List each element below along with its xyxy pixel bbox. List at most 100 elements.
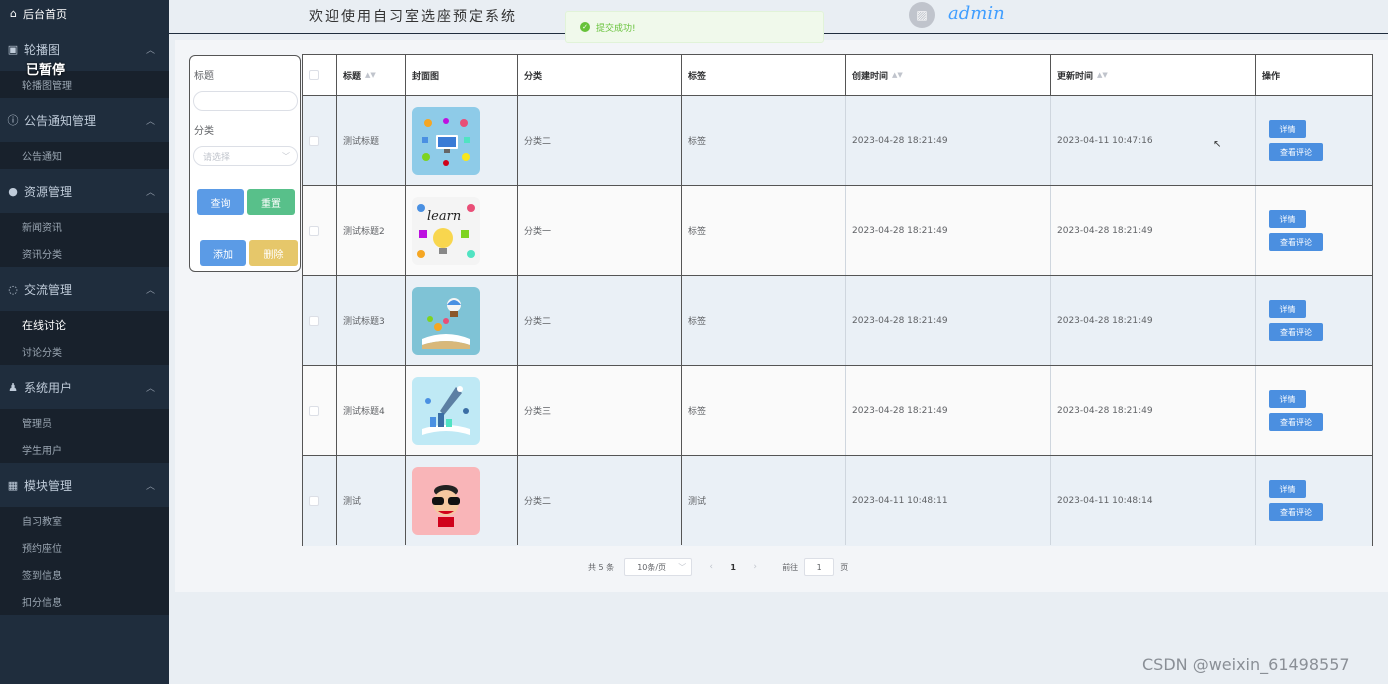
svg-text:learn: learn <box>427 209 461 224</box>
row-checkbox[interactable] <box>309 225 319 236</box>
header-title-label: 标题 <box>343 71 362 82</box>
detail-button[interactable]: 详情 <box>1269 480 1306 498</box>
sidebar-item-study-room[interactable]: 自习教室 <box>0 507 169 534</box>
sidebar-group-notice: ⓘ 公告通知管理 ︿ 公告通知 <box>0 98 169 169</box>
sidebar-item-notice[interactable]: 公告通知 <box>0 142 169 169</box>
sidebar-item-seat-booking[interactable]: 预约座位 <box>0 534 169 561</box>
detail-button[interactable]: 详情 <box>1269 210 1306 228</box>
cell-ops: 详情 查看评论 <box>1256 186 1372 275</box>
reset-button[interactable]: 重置 <box>247 189 295 215</box>
cell-title: 测试标题 <box>337 96 406 185</box>
cell-cover <box>406 96 518 185</box>
table-row: 测试 分类二 测试 2023-04-11 10:48:11 2023-04-11… <box>303 456 1372 546</box>
avatar[interactable]: ▨ <box>909 2 935 28</box>
category-filter-select[interactable]: 请选择 ﹀ <box>193 146 298 166</box>
cell-ops: 详情 查看评论 <box>1256 366 1372 455</box>
view-comments-button[interactable]: 查看评论 <box>1269 233 1323 251</box>
header-created-label: 创建时间 <box>852 71 889 82</box>
header-title[interactable]: 标题 ▲▼ <box>337 55 406 95</box>
sidebar-title-resource[interactable]: ● 资源管理 ︿ <box>0 169 169 213</box>
cover-illustration-icon <box>422 297 470 349</box>
select-all-checkbox[interactable] <box>309 70 319 80</box>
row-select <box>303 456 337 545</box>
view-comments-button[interactable]: 查看评论 <box>1269 143 1323 161</box>
cover-image[interactable] <box>412 286 480 355</box>
page-number-current[interactable]: 1 <box>720 558 746 576</box>
row-checkbox[interactable] <box>309 135 319 146</box>
sidebar-item-news[interactable]: 新闻资讯 <box>0 213 169 240</box>
sidebar-item-discussion-category[interactable]: 讨论分类 <box>0 338 169 365</box>
view-comments-button[interactable]: 查看评论 <box>1269 323 1323 341</box>
cell-ops: 详情 查看评论 <box>1256 276 1372 365</box>
next-page-button[interactable]: › <box>746 558 764 576</box>
cell-category: 分类一 <box>518 186 682 275</box>
header-created[interactable]: 创建时间 ▲▼ <box>846 55 1051 95</box>
cell-ops: 详情 查看评论 <box>1256 456 1372 545</box>
cell-title: 测试 <box>337 456 406 545</box>
title-filter-input[interactable] <box>193 91 298 111</box>
view-comments-button[interactable]: 查看评论 <box>1269 503 1323 521</box>
sidebar-group-communication: ◌ 交流管理 ︿ 在线讨论 讨论分类 <box>0 267 169 365</box>
sidebar-group-modules: ▦ 模块管理 ︿ 自习教室 预约座位 签到信息 扣分信息 <box>0 463 169 615</box>
cell-created: 2023-04-28 18:21:49 <box>846 366 1051 455</box>
cover-image[interactable] <box>412 466 480 535</box>
cover-image[interactable] <box>412 376 480 445</box>
cell-updated: 2023-04-11 10:47:16 <box>1051 96 1256 185</box>
cell-updated: 2023-04-28 18:21:49 <box>1051 276 1256 365</box>
success-toast: ✓ 提交成功! <box>565 11 824 43</box>
sidebar-title-label: 系统用户 <box>24 380 73 395</box>
picture-icon: ▣ <box>7 42 19 56</box>
table-body: 测试标题 分类二 标签 2023-04-28 18:21:49 2023-04-… <box>303 96 1372 546</box>
cell-cover <box>406 366 518 455</box>
table-row: 测试标题3 分类二 标签 2023-04-28 18:21:49 2023-04… <box>303 276 1372 366</box>
sidebar-home[interactable]: ⌂ 后台首页 <box>0 0 169 27</box>
sort-icon: ▲▼ <box>365 71 376 79</box>
detail-button[interactable]: 详情 <box>1269 120 1306 138</box>
header-updated-label: 更新时间 <box>1057 71 1094 82</box>
data-table: 标题▲▼ 封面图 分类 标签 创建时间▲▼ 更新时间▲▼ 操作 测试标题 <box>302 54 1373 546</box>
home-icon: ⌂ <box>10 7 17 20</box>
add-button[interactable]: 添加 <box>200 240 246 266</box>
cover-image[interactable] <box>412 106 480 175</box>
row-checkbox[interactable] <box>309 405 319 416</box>
sidebar-title-communication[interactable]: ◌ 交流管理 ︿ <box>0 267 169 311</box>
sidebar-group-users: ♟ 系统用户 ︿ 管理员 学生用户 <box>0 365 169 463</box>
row-checkbox[interactable] <box>309 315 319 326</box>
username[interactable]: admin <box>948 3 1005 24</box>
page-size-select[interactable]: 10条/页 ﹀ <box>624 558 693 576</box>
sidebar-item-checkin[interactable]: 签到信息 <box>0 561 169 588</box>
grid-icon: ▦ <box>7 478 19 492</box>
cell-cover <box>406 456 518 545</box>
sidebar-item-deduction[interactable]: 扣分信息 <box>0 588 169 615</box>
goto-page-input[interactable]: 1 <box>804 558 835 576</box>
header-cover: 封面图 <box>406 55 518 95</box>
sidebar-title-users[interactable]: ♟ 系统用户 ︿ <box>0 365 169 409</box>
prev-page-button[interactable]: ‹ <box>702 558 720 576</box>
sidebar-item-admin[interactable]: 管理员 <box>0 409 169 436</box>
query-button[interactable]: 查询 <box>197 189 244 215</box>
cover-image[interactable]: learn <box>412 196 480 265</box>
detail-button[interactable]: 详情 <box>1269 390 1306 408</box>
sidebar-item-students[interactable]: 学生用户 <box>0 436 169 463</box>
cell-title: 测试标题2 <box>337 186 406 275</box>
sidebar-title-notice[interactable]: ⓘ 公告通知管理 ︿ <box>0 98 169 142</box>
sidebar-item-news-category[interactable]: 资讯分类 <box>0 240 169 267</box>
cell-title: 测试标题4 <box>337 366 406 455</box>
chevron-up-icon: ︿ <box>145 187 155 198</box>
page-size-value: 10条/页 <box>637 562 667 572</box>
delete-button[interactable]: 删除 <box>249 240 298 266</box>
sidebar-title-label: 资源管理 <box>24 184 73 199</box>
sidebar-title-modules[interactable]: ▦ 模块管理 ︿ <box>0 463 169 507</box>
sidebar-item-discussion[interactable]: 在线讨论 <box>0 311 169 338</box>
row-checkbox[interactable] <box>309 495 319 506</box>
sidebar-home-label: 后台首页 <box>22 7 67 21</box>
header-updated[interactable]: 更新时间 ▲▼ <box>1051 55 1256 95</box>
view-comments-button[interactable]: 查看评论 <box>1269 413 1323 431</box>
welcome-text: 欢迎使用自习室选座预定系统 <box>309 9 517 25</box>
cell-created: 2023-04-11 10:48:11 <box>846 456 1051 545</box>
cell-ops: 详情 查看评论 <box>1256 96 1372 185</box>
cell-updated: 2023-04-28 18:21:49 <box>1051 186 1256 275</box>
category-filter-label: 分类 <box>194 126 214 137</box>
detail-button[interactable]: 详情 <box>1269 300 1306 318</box>
row-select <box>303 186 337 275</box>
